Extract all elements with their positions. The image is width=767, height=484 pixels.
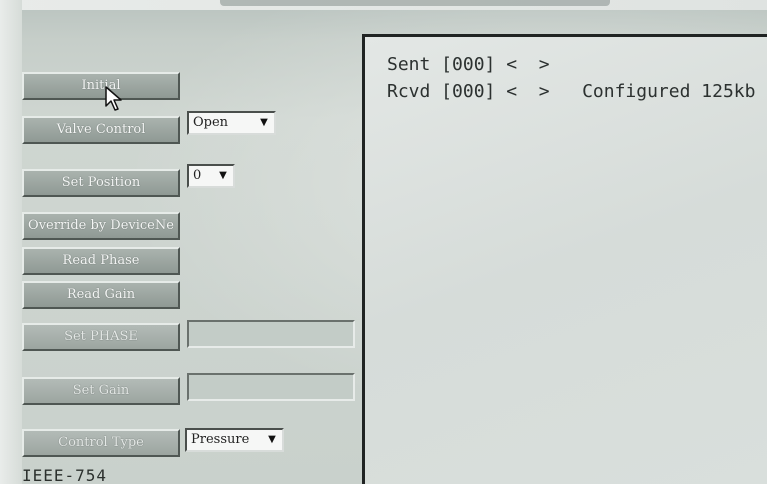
control-type-value: Pressure	[191, 432, 250, 447]
control-type-button[interactable]: Control Type	[22, 429, 180, 457]
format-label: IEEE-754	[22, 466, 108, 484]
read-phase-button[interactable]: Read Phase	[22, 247, 180, 275]
chevron-down-icon[interactable]: ▼	[264, 431, 280, 449]
override-by-devicenet-button[interactable]: Override by DeviceNe	[22, 212, 180, 240]
window-edge	[0, 0, 22, 484]
valve-control-select[interactable]: Open ▼	[187, 111, 276, 135]
chevron-down-icon[interactable]: ▼	[256, 114, 272, 132]
phase-input[interactable]	[187, 320, 355, 348]
gain-input[interactable]	[187, 373, 355, 401]
set-position-value: 0	[193, 168, 202, 183]
mouse-pointer-icon	[105, 86, 122, 111]
app-window: Initial Valve Control Set Position Overr…	[0, 0, 767, 484]
valve-control-button[interactable]: Valve Control	[22, 116, 180, 144]
read-gain-button[interactable]: Read Gain	[22, 281, 180, 309]
title-bar	[220, 0, 610, 6]
log-line-sent: Sent [000] < >	[387, 54, 550, 75]
valve-control-value: Open	[193, 115, 229, 130]
set-gain-button[interactable]: Set Gain	[22, 377, 180, 405]
set-phase-button[interactable]: Set PHASE	[22, 323, 180, 351]
set-position-select[interactable]: 0 ▼	[187, 164, 235, 188]
set-position-button[interactable]: Set Position	[22, 169, 180, 197]
log-output-panel[interactable]: Sent [000] < > Rcvd [000] < > Configured…	[362, 34, 767, 484]
control-type-select[interactable]: Pressure ▼	[185, 428, 284, 452]
log-line-received: Rcvd [000] < > Configured 125kb	[387, 81, 756, 102]
chevron-down-icon[interactable]: ▼	[215, 167, 231, 185]
initial-button[interactable]: Initial	[22, 72, 180, 100]
